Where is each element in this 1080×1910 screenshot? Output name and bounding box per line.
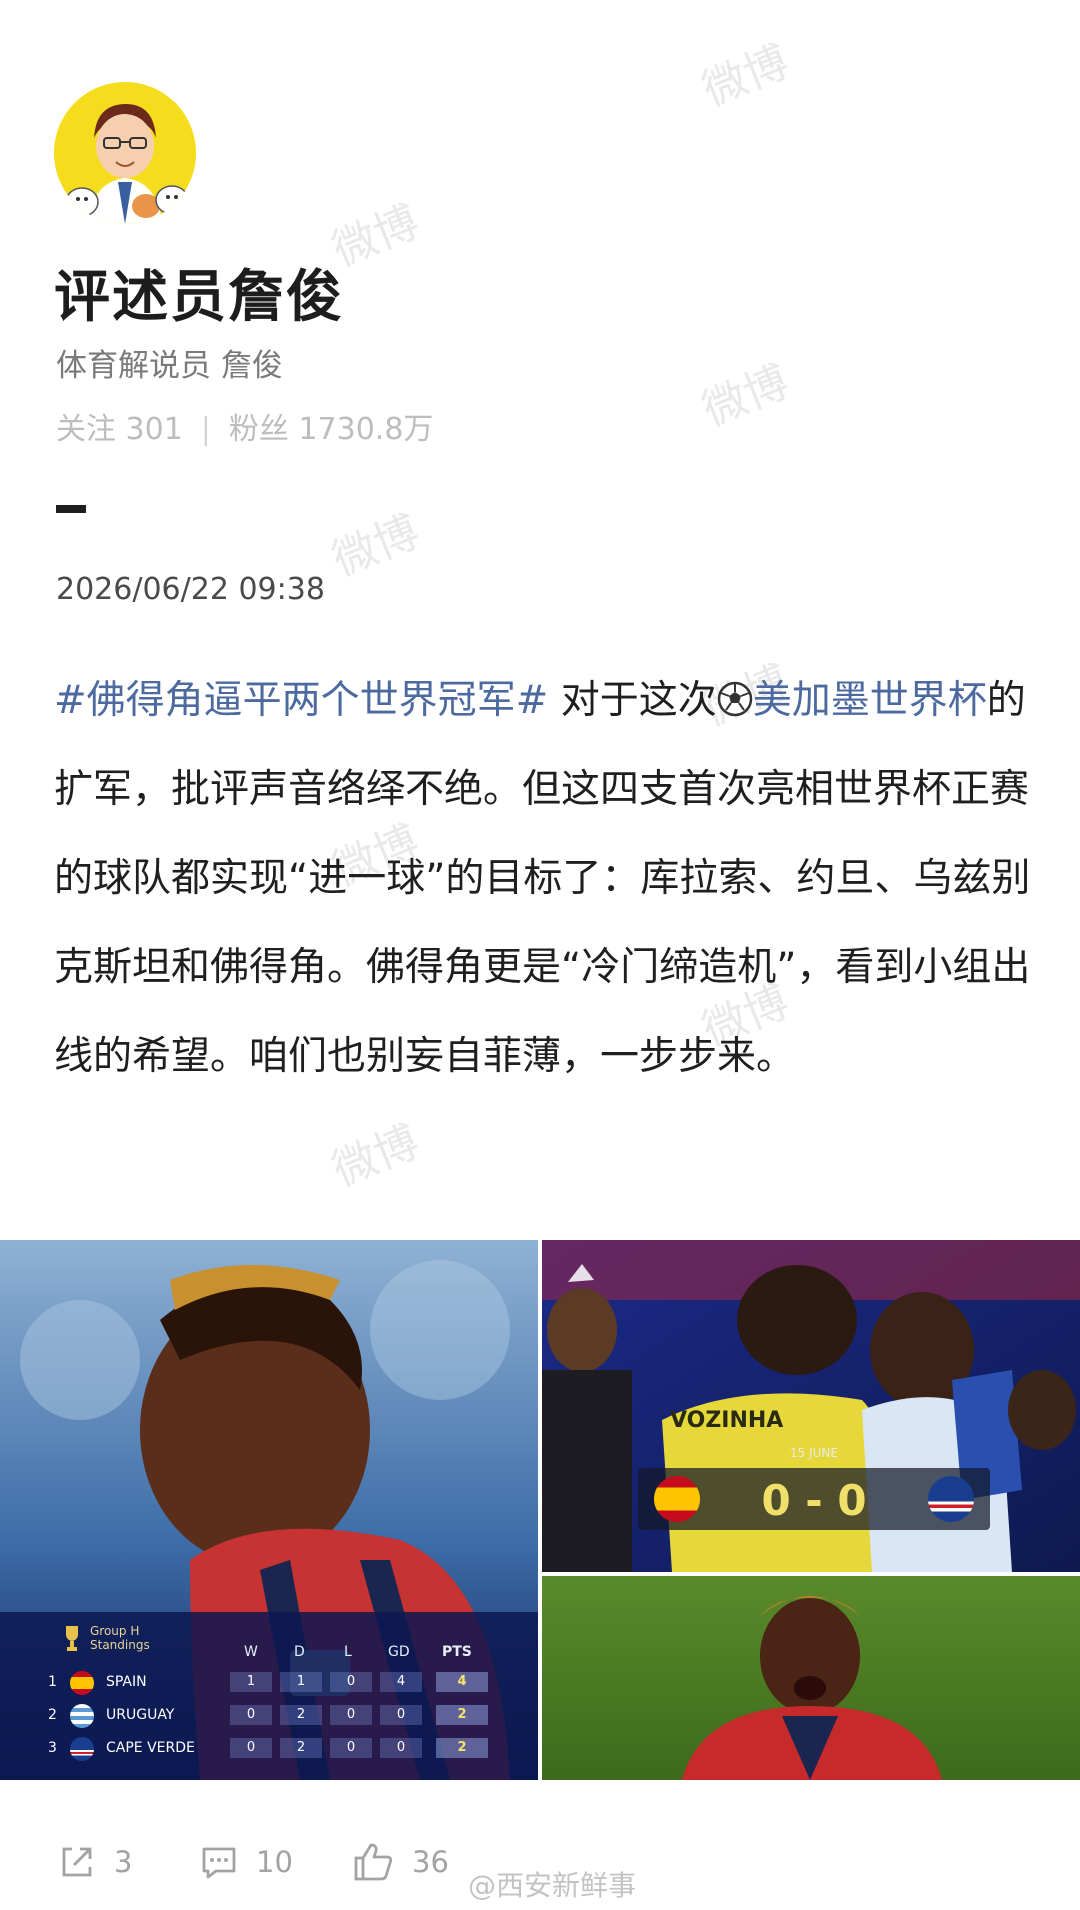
- col-d: D: [294, 1644, 305, 1660]
- trophy-icon: [66, 1626, 78, 1651]
- row-d: 2: [280, 1738, 322, 1758]
- section-divider: [56, 505, 86, 513]
- col-pts: PTS: [442, 1644, 472, 1660]
- row-w: 0: [230, 1705, 272, 1725]
- match-date: 15 JUNE: [790, 1446, 838, 1460]
- row-d: 1: [280, 1672, 322, 1692]
- soccer-ball-icon: [717, 681, 753, 717]
- row-w: 1: [230, 1672, 272, 1692]
- image-player-cheer[interactable]: [542, 1576, 1080, 1780]
- row-pts: 2: [436, 1738, 488, 1758]
- image-match-score[interactable]: VOZINHA 15 JUNE 0 - 0: [542, 1240, 1080, 1572]
- standings-table: Group H Standings W D L GD PTS 1 SPAIN 1…: [0, 1616, 538, 1780]
- follow-stats: 关注 301 | 粉丝 1730.8万: [56, 404, 433, 448]
- fans-count[interactable]: 粉丝 1730.8万: [229, 412, 434, 447]
- thumbs-up-icon: [354, 1843, 393, 1881]
- row-pts: 4: [436, 1672, 488, 1692]
- row-gd: 0: [380, 1705, 422, 1725]
- topic-link[interactable]: 美加墨世界杯: [753, 678, 987, 723]
- post-timestamp: 2026/06/22 09:38: [56, 572, 325, 607]
- group-label: Group H: [90, 1624, 140, 1638]
- row-position: 3: [48, 1740, 57, 1756]
- row-team: SPAIN: [106, 1674, 147, 1690]
- watermark: 微博: [325, 1116, 427, 1197]
- row-gd: 0: [380, 1738, 422, 1758]
- row-w: 0: [230, 1738, 272, 1758]
- user-bio: 体育解说员 詹俊: [56, 348, 283, 384]
- following-count[interactable]: 关注 301: [56, 412, 183, 447]
- watermark: 微博: [695, 356, 797, 437]
- share-button[interactable]: 3: [58, 1838, 132, 1886]
- watermark: 微博: [325, 506, 427, 587]
- comment-button[interactable]: 10: [200, 1838, 293, 1886]
- post-text: 的扩军，批评声音络绎不绝。但这四支首次亮相世界杯正赛的球队都实现“进一球”的目标…: [54, 678, 1031, 1079]
- table-row: 1 SPAIN 1 1 0 4 4: [0, 1670, 538, 1698]
- post-body: #佛得角逼平两个世界冠军# 对于这次 美加墨世界杯的扩军，批评声音络绎不绝。但这四…: [54, 656, 1034, 1101]
- comment-count: 10: [256, 1845, 293, 1879]
- cape-verde-flag-icon: [928, 1476, 974, 1522]
- share-icon: [62, 1847, 92, 1877]
- cape-verde-flag-icon: [70, 1737, 94, 1761]
- avatar[interactable]: [54, 82, 196, 224]
- row-team: URUGUAY: [106, 1707, 175, 1723]
- row-position: 1: [48, 1674, 57, 1690]
- divider: |: [200, 412, 211, 447]
- scoreboard: 0 - 0: [638, 1468, 990, 1530]
- player-cheer-photo: [542, 1576, 1080, 1780]
- row-pts: 2: [436, 1705, 488, 1725]
- like-button[interactable]: 36: [352, 1838, 449, 1886]
- standings-label: Standings: [90, 1638, 150, 1652]
- spain-flag-icon: [70, 1671, 94, 1695]
- hashtag-link[interactable]: #佛得角逼平两个世界冠军#: [54, 678, 548, 723]
- uruguay-flag-icon: [70, 1704, 94, 1728]
- image-player-standings[interactable]: Group H Standings W D L GD PTS 1 SPAIN 1…: [0, 1240, 538, 1780]
- post-text: 对于这次: [548, 678, 717, 723]
- col-gd: GD: [388, 1644, 410, 1660]
- source-watermark: @西安新鲜事: [468, 1869, 637, 1902]
- row-team: CAPE VERDE: [106, 1740, 195, 1756]
- like-count: 36: [412, 1845, 449, 1879]
- col-w: W: [244, 1644, 258, 1660]
- post-images: Group H Standings W D L GD PTS 1 SPAIN 1…: [0, 1240, 1080, 1780]
- watermark: 微博: [695, 36, 797, 117]
- share-count: 3: [114, 1845, 133, 1879]
- col-l: L: [344, 1644, 352, 1660]
- row-l: 0: [330, 1705, 372, 1725]
- standings-title: Group H Standings: [90, 1624, 150, 1652]
- avatar-illustration: [54, 82, 196, 224]
- user-name[interactable]: 评述员詹俊: [54, 252, 344, 333]
- comment-icon: [202, 1847, 236, 1879]
- table-row: 3 CAPE VERDE 0 2 0 0 2: [0, 1736, 538, 1764]
- row-position: 2: [48, 1707, 57, 1723]
- row-gd: 4: [380, 1672, 422, 1692]
- row-d: 2: [280, 1705, 322, 1725]
- row-l: 0: [330, 1738, 372, 1758]
- row-l: 0: [330, 1672, 372, 1692]
- table-row: 2 URUGUAY 0 2 0 0 2: [0, 1703, 538, 1731]
- jersey-name: VOZINHA: [670, 1408, 784, 1433]
